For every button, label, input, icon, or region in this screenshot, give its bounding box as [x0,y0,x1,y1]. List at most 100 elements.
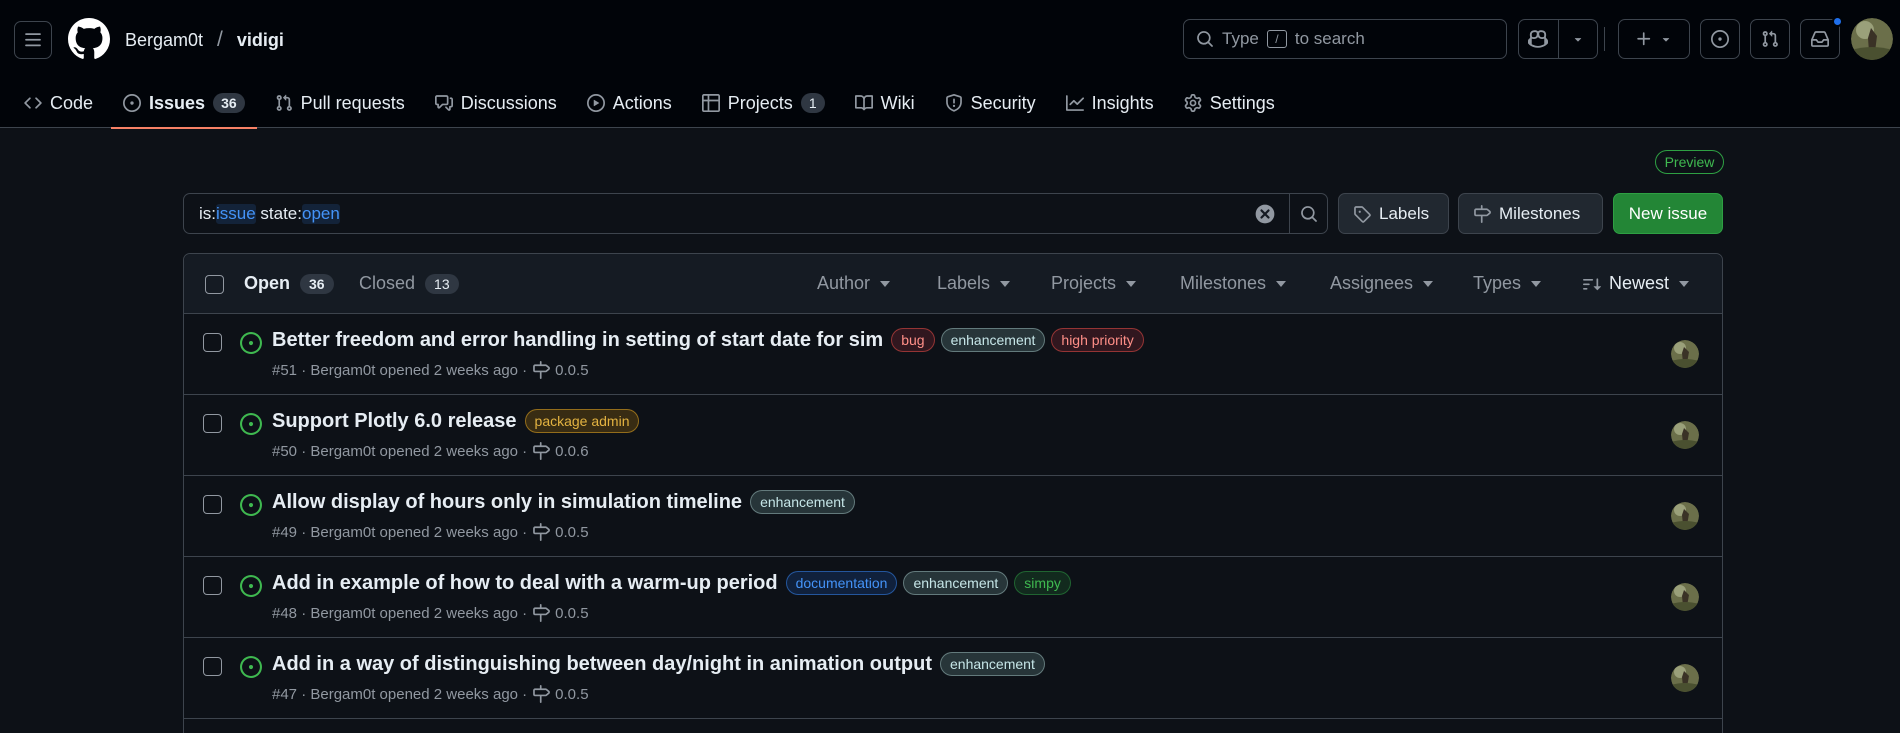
milestones-filter-dropdown[interactable]: Milestones [1180,273,1287,294]
owner-link[interactable]: Bergam0t [125,30,203,51]
types-filter-label: Types [1473,273,1522,293]
issue-title-link[interactable]: Allow display of hours only in simulatio… [272,491,742,514]
search-icon [1197,31,1213,47]
issue-title-line: Add in example of how to deal with a war… [272,571,1071,595]
issue-title-link[interactable]: Add in example of how to deal with a war… [272,572,778,595]
issue-milestone-link[interactable]: 0.0.5 [555,524,588,541]
issue-opened-icon [240,656,262,678]
issue-checkbox[interactable] [203,576,222,595]
assignee-avatar[interactable] [1671,340,1699,368]
issue-meta-text: #47 · Bergam0t opened 2 weeks ago · [272,685,528,703]
labels-button[interactable]: Labels [1338,193,1449,234]
repo-link[interactable]: vidigi [237,30,284,51]
issue-milestone-link[interactable]: 0.0.5 [555,686,588,703]
tab-issues-count: 36 [213,93,245,113]
clear-filter-icon[interactable] [1255,204,1275,224]
tab-issues[interactable]: Issues 36 [111,78,257,129]
filter-token-qualifier: state: [255,203,302,223]
author-filter-dropdown[interactable]: Author [817,273,891,294]
assignees-filter-dropdown[interactable]: Assignees [1330,273,1434,294]
search-shortcut-key: / [1266,30,1287,48]
copilot-split-button [1518,19,1598,59]
inbox-button[interactable] [1800,16,1843,59]
github-logo-icon[interactable] [68,18,110,60]
issue-label[interactable]: enhancement [940,328,1046,352]
issue-checkbox[interactable] [203,495,222,514]
open-issues-toggle[interactable]: Open 36 [244,273,334,294]
tab-code-label: Code [50,92,94,113]
assignee-avatar[interactable] [1671,664,1699,692]
projects-filter-label: Projects [1051,273,1117,293]
issue-milestone-link[interactable]: 0.0.5 [555,362,588,379]
new-issue-button[interactable]: New issue [1613,193,1723,234]
types-filter-dropdown[interactable]: Types [1473,273,1542,294]
tab-security[interactable]: Security [933,78,1048,128]
issue-label[interactable]: enhancement [940,652,1045,676]
issue-label[interactable]: documentation [785,571,898,595]
issue-milestone-link[interactable]: 0.0.6 [555,443,588,460]
issue-checkbox[interactable] [203,657,222,676]
issue-row[interactable]: Allow display of hours only in simulatio… [184,476,1722,557]
issue-meta: #50 · Bergam0t opened 2 weeks ago · 0.0.… [272,442,589,460]
issue-checkbox[interactable] [203,333,222,352]
copilot-button[interactable] [1519,20,1558,58]
issue-opened-icon [240,575,262,597]
issue-row[interactable]: Add in a way of distinguishing between d… [184,638,1722,719]
issue-label[interactable]: enhancement [903,571,1009,595]
assignee-avatar[interactable] [1671,421,1699,449]
preview-badge[interactable]: Preview [1655,150,1724,174]
issue-meta-text: #49 · Bergam0t opened 2 weeks ago · [272,523,528,541]
issue-row[interactable]: Add in example of how to deal with a war… [184,557,1722,638]
tab-pull-requests[interactable]: Pull requests [263,78,417,128]
milestone-icon [533,523,551,541]
assignee-avatar[interactable] [1671,583,1699,611]
issue-title-link[interactable]: Support Plotly 6.0 release [272,410,517,433]
triangle-down-icon [1662,38,1670,42]
user-avatar[interactable] [1851,18,1893,60]
tab-insights[interactable]: Insights [1054,78,1166,128]
tab-discussions[interactable]: Discussions [423,78,569,128]
milestone-icon [533,361,551,379]
issue-milestone-link[interactable]: 0.0.5 [555,605,588,622]
code-icon [24,97,42,109]
issue-checkbox[interactable] [203,414,222,433]
issue-title-link[interactable]: Add in a way of distinguishing between d… [272,653,932,676]
tab-code[interactable]: Code [12,78,105,128]
tab-projects[interactable]: Projects 1 [690,78,837,128]
labels-filter-dropdown[interactable]: Labels [937,273,1011,294]
create-new-button[interactable] [1618,19,1690,59]
assignee-avatar[interactable] [1671,502,1699,530]
issue-row[interactable]: Support Plotly 6.0 release package admin… [184,395,1722,476]
milestone-icon [533,604,551,622]
milestones-button[interactable]: Milestones [1458,193,1603,234]
issue-label[interactable]: bug [891,328,935,352]
issue-row[interactable]: Better freedom and error handling in set… [184,314,1722,395]
issue-filter-input[interactable]: is: issue state: open [183,193,1328,234]
menu-button[interactable] [14,21,52,59]
avatar-image-icon [1671,421,1699,449]
table-icon [701,94,720,112]
search-placeholder-prefix: Type [1222,29,1259,48]
sort-dropdown[interactable]: Newest [1583,273,1690,294]
pull-requests-button[interactable] [1750,19,1790,59]
tab-actions[interactable]: Actions [575,78,684,128]
issue-label[interactable]: package admin [524,409,640,433]
global-search-input[interactable]: Type / to search [1183,19,1507,59]
issue-label[interactable]: enhancement [750,490,855,514]
avatar-image-icon [1671,583,1699,611]
tab-pull-requests-label: Pull requests [300,92,405,113]
filter-search-button[interactable] [1289,193,1328,234]
issue-title-link[interactable]: Better freedom and error handling in set… [272,329,883,352]
tab-issues-label: Issues [149,92,206,113]
issues-button[interactable] [1700,19,1740,59]
tab-wiki[interactable]: Wiki [843,78,927,128]
issue-label[interactable]: high priority [1051,328,1144,352]
issue-label[interactable]: simpy [1014,571,1071,595]
select-all-checkbox[interactable] [205,275,224,294]
tab-settings[interactable]: Settings [1172,78,1287,128]
filter-token-qualifier: is: [199,203,216,223]
issue-meta-text: #50 · Bergam0t opened 2 weeks ago · [272,442,528,460]
closed-issues-toggle[interactable]: Closed 13 [359,273,459,294]
copilot-dropdown-button[interactable] [1557,20,1597,58]
projects-filter-dropdown[interactable]: Projects [1051,273,1137,294]
